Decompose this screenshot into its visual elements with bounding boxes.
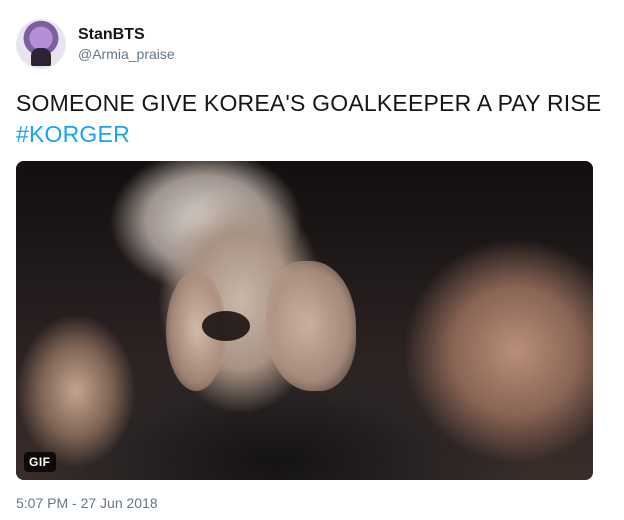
user-handle[interactable]: @Armia_praise: [78, 45, 175, 63]
tweet-card: StanBTS @Armia_praise SOMEONE GIVE KOREA…: [0, 0, 624, 520]
hashtag-link[interactable]: #KORGER: [16, 121, 130, 147]
tweet-timestamp[interactable]: 5:07 PM - 27 Jun 2018: [16, 494, 158, 512]
gif-badge: GIF: [24, 452, 56, 472]
gif-media[interactable]: GIF: [16, 161, 593, 480]
tweet-header: StanBTS @Armia_praise: [16, 16, 175, 72]
tweet-body: SOMEONE GIVE KOREA'S GOALKEEPER A PAY RI…: [16, 90, 602, 116]
gif-frame-detail: [202, 311, 250, 341]
display-name[interactable]: StanBTS: [78, 25, 175, 45]
tweet-text: SOMEONE GIVE KOREA'S GOALKEEPER A PAY RI…: [16, 88, 608, 150]
user-names: StanBTS @Armia_praise: [78, 25, 175, 63]
gif-frame-detail: [266, 261, 356, 391]
avatar[interactable]: [16, 19, 66, 69]
